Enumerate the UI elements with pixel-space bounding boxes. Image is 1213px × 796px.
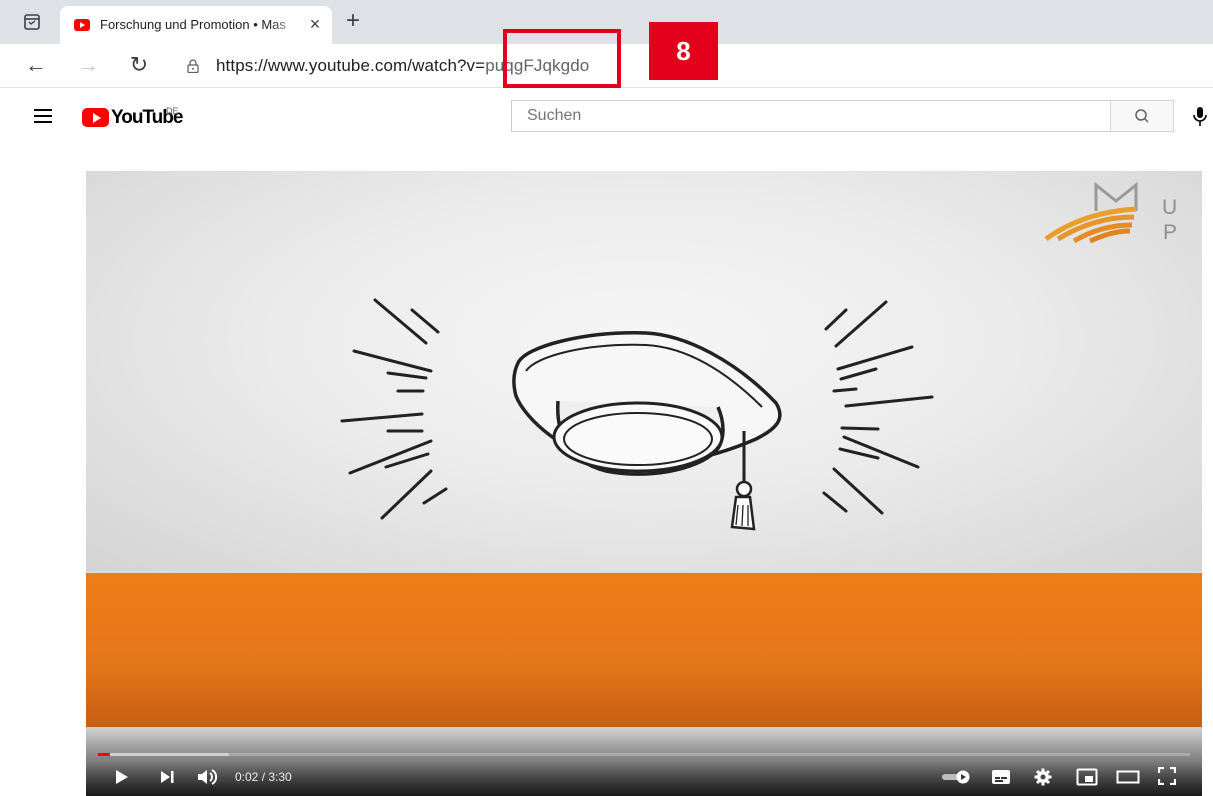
volume-icon[interactable] <box>196 767 218 792</box>
graduation-cap-illustration <box>340 181 1138 531</box>
annotation-badge: 8 <box>649 22 718 80</box>
search-icon <box>1135 109 1149 123</box>
tab-title-fade <box>270 12 305 36</box>
university-watermark <box>1044 181 1138 244</box>
reload-icon[interactable]: ↻ <box>127 53 151 77</box>
progress-bar[interactable] <box>98 753 1190 756</box>
region-label: DE <box>166 106 179 116</box>
autoplay-toggle-icon[interactable] <box>941 770 973 789</box>
youtube-favicon-icon <box>74 19 90 31</box>
tab-actions-icon[interactable] <box>22 12 42 32</box>
search-placeholder: Suchen <box>527 107 582 124</box>
active-tab[interactable]: Forschung und Promotion • Mas × <box>60 6 332 44</box>
watermark-letter-p: P <box>1163 221 1178 244</box>
search-button[interactable] <box>1110 100 1174 132</box>
theater-mode-icon[interactable] <box>1116 770 1140 789</box>
arrow-right-icon[interactable]: → <box>76 53 100 77</box>
hamburger-icon[interactable] <box>34 109 52 123</box>
screen: Forschung und Promotion • Mas × + ← → ↻ … <box>0 0 1213 796</box>
watermark-letter-u: U <box>1162 196 1178 219</box>
progress-played <box>98 753 110 756</box>
video-player[interactable]: U P 0:02 / 3:30 <box>86 171 1202 796</box>
time-display: 0:02 / 3:30 <box>235 770 292 784</box>
url-main: https://www.youtube.com/watch?v= <box>216 56 486 75</box>
youtube-logo-icon <box>82 108 109 127</box>
arrow-left-icon[interactable]: ← <box>24 53 48 77</box>
microphone-icon[interactable] <box>1192 106 1208 128</box>
youtube-logo[interactable]: YouTube DE <box>82 106 183 128</box>
fullscreen-icon[interactable] <box>1157 766 1177 790</box>
progress-buffered <box>98 753 229 756</box>
highlight-box <box>503 29 621 88</box>
plus-icon[interactable]: + <box>340 9 366 35</box>
miniplayer-icon[interactable] <box>1076 768 1098 791</box>
gear-icon[interactable] <box>1034 768 1052 791</box>
subtitles-icon[interactable] <box>991 769 1011 790</box>
youtube-masthead: YouTube DE Suchen <box>0 89 1213 145</box>
close-icon[interactable]: × <box>305 14 325 34</box>
lock-icon[interactable] <box>187 59 199 74</box>
search-input[interactable]: Suchen <box>511 100 1110 132</box>
play-icon[interactable] <box>114 768 130 791</box>
skip-next-icon[interactable] <box>159 770 175 789</box>
